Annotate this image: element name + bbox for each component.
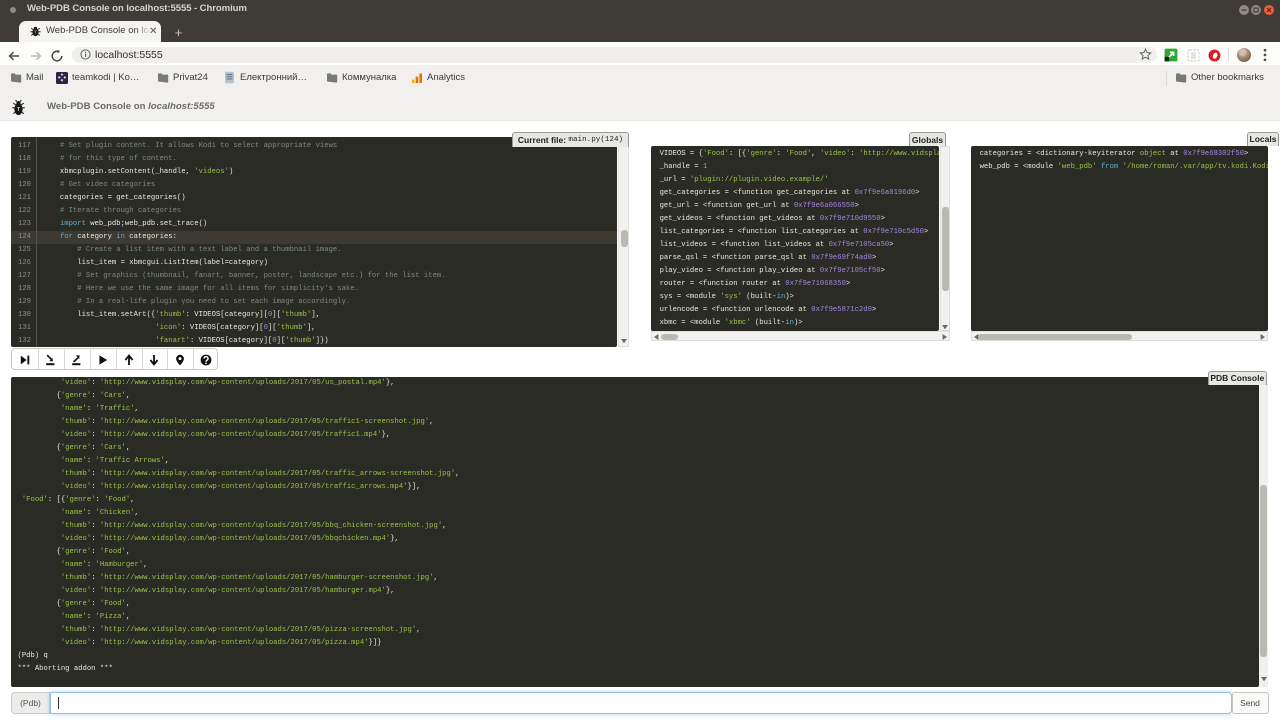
svg-text:T: T: [34, 30, 37, 35]
